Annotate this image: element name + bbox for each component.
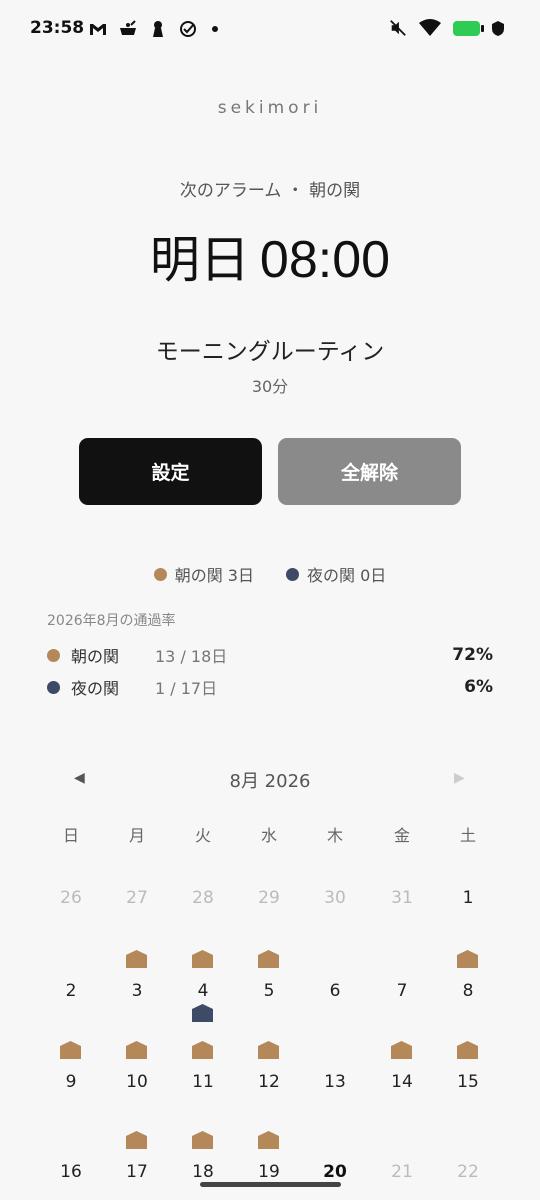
weekday-label: 日 [62,826,79,845]
morning-gate-icon [391,1041,412,1059]
calendar-day[interactable]: 28 [173,888,233,908]
morning-gate-icon [126,1131,147,1149]
gmail-icon [88,19,108,39]
calendar-day[interactable]: 26 [41,888,101,908]
morning-gate-icon [192,1041,213,1059]
calendar-header: ◀ 8月 2026 ▶ [0,766,540,792]
calendar-day[interactable]: 11 [173,1072,233,1092]
legend-night-label: 夜の関 0日 [307,566,387,585]
calendar-day[interactable]: 6 [305,981,365,1001]
app-brand: sekimori [217,98,323,118]
set-button[interactable]: 設定 [79,438,262,505]
calendar-day[interactable]: 7 [372,981,432,1001]
morning-gate-icon [457,950,478,968]
calendar-day[interactable]: 1 [438,888,498,908]
battery-icon [453,20,484,36]
calendar-day-today[interactable]: 20 [305,1162,365,1182]
next-alarm-label: 次のアラーム ・ 朝の関 [179,181,361,201]
stat-count: 13 / 18日 [155,647,228,666]
routine-duration: 30分 [251,377,289,396]
calendar-day[interactable]: 18 [173,1162,233,1182]
stat-row-morning: 朝の関 13 / 18日 72% [47,643,493,667]
weekday-label: 火 [194,826,211,845]
stat-label: 朝の関 [71,647,120,666]
stat-rate: 6% [464,677,493,697]
status-bar: 23:58 [0,0,540,60]
weekday-label: 月 [128,826,145,845]
night-gate-icon [192,1004,213,1022]
calendar-day[interactable]: 22 [438,1162,498,1182]
cooking-pot-icon [118,19,138,39]
calendar-day[interactable]: 13 [305,1072,365,1092]
home-indicator[interactable] [200,1182,341,1187]
shield-icon [492,20,504,36]
clear-all-button[interactable]: 全解除 [278,438,461,505]
dot-icon [212,26,218,32]
calendar-day[interactable]: 31 [372,888,432,908]
calendar-day[interactable]: 2 [41,981,101,1001]
morning-gate-icon [258,950,279,968]
wifi-icon [419,19,441,37]
weekday-label: 金 [393,826,410,845]
morning-gate-icon [126,1041,147,1059]
stat-row-night: 夜の関 1 / 17日 6% [47,675,493,699]
calendar-day[interactable]: 3 [107,981,167,1001]
legend-morning-label: 朝の関 3日 [174,566,254,585]
morning-gate-icon [258,1041,279,1059]
calendar-day[interactable]: 8 [438,981,498,1001]
calendar-day[interactable]: 15 [438,1072,498,1092]
calendar-day[interactable]: 29 [239,888,299,908]
calendar-day[interactable]: 27 [107,888,167,908]
morning-gate-icon [126,950,147,968]
weekday-label: 土 [459,826,476,845]
mute-icon [389,19,407,37]
keyhole-icon [148,19,168,39]
alarm-time: 明日 08:00 [0,220,540,292]
calendar-day[interactable]: 12 [239,1072,299,1092]
status-time: 23:58 [30,18,85,38]
legend: 朝の関 3日 夜の関 0日 [0,562,540,586]
routine-name: モーニングルーティン [155,339,385,365]
stat-label: 夜の関 [71,679,120,698]
notification-icons [88,19,218,39]
morning-gate-icon [192,1131,213,1149]
calendar-day[interactable]: 30 [305,888,365,908]
legend-morning: 朝の関 3日 [153,562,254,586]
check-circle-icon [178,19,198,39]
weekday-label: 木 [326,826,343,845]
morning-gate-icon [457,1041,478,1059]
calendar-day[interactable]: 4 [173,981,233,1001]
calendar-day[interactable]: 10 [107,1072,167,1092]
morning-gate-icon [60,1041,81,1059]
system-icons [389,19,504,37]
calendar-day[interactable]: 9 [41,1072,101,1092]
calendar-day[interactable]: 14 [372,1072,432,1092]
weekday-label: 水 [260,826,277,845]
calendar-day[interactable]: 21 [372,1162,432,1182]
stat-count: 1 / 17日 [155,679,218,698]
alarm-clock: 08:00 [259,231,391,289]
morning-dot-icon [153,567,167,581]
legend-night: 夜の関 0日 [286,562,386,586]
morning-dot-icon [47,648,60,662]
calendar-day[interactable]: 16 [41,1162,101,1182]
alarm-day: 明日 [149,231,250,289]
calendar-day[interactable]: 5 [239,981,299,1001]
morning-gate-icon [192,950,213,968]
stat-rate: 72% [452,645,493,665]
morning-gate-icon [258,1131,279,1149]
night-dot-icon [47,680,60,694]
stats-title: 2026年8月の通過率 [47,613,176,629]
triangle-right-icon[interactable]: ▶ [454,770,465,786]
night-dot-icon [286,567,299,581]
calendar-day[interactable]: 19 [239,1162,299,1182]
calendar-day[interactable]: 17 [107,1162,167,1182]
